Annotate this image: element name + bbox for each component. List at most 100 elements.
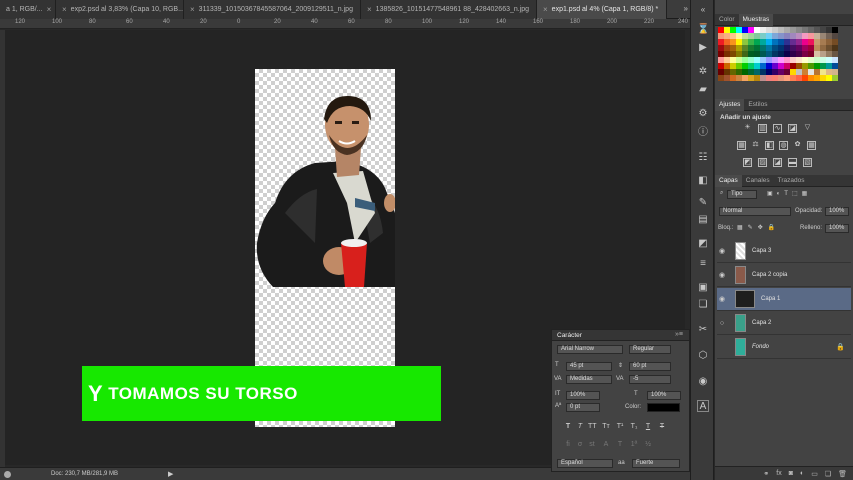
- faux-bold-icon[interactable]: T: [564, 422, 572, 431]
- levels-icon[interactable]: ▥: [758, 124, 767, 133]
- vertical-scale-field[interactable]: 100%: [566, 391, 600, 400]
- titling-icon[interactable]: T: [616, 440, 624, 449]
- old-style-icon[interactable]: σ: [576, 440, 584, 449]
- font-style-select[interactable]: Regular: [629, 345, 671, 354]
- tab-channels[interactable]: Canales: [742, 175, 774, 187]
- document-tab[interactable]: × exp2.psd al 3,83% (Capa 10, RGB...: [56, 0, 184, 19]
- gradient-map-icon[interactable]: ▬: [788, 158, 797, 167]
- fraction-icon[interactable]: ½: [644, 440, 652, 449]
- small-caps-icon[interactable]: Tт: [602, 422, 610, 431]
- blend-mode-select[interactable]: Normal: [719, 207, 791, 216]
- paths-icon[interactable]: ✎: [697, 197, 709, 209]
- adjustments-icon[interactable]: ⚙: [697, 108, 709, 120]
- character-icon[interactable]: A: [697, 400, 709, 412]
- superscript-icon[interactable]: T¹: [616, 422, 624, 431]
- layer-row-selected[interactable]: ◉ Capa 1: [717, 288, 851, 311]
- curves-icon[interactable]: ∿: [773, 124, 782, 133]
- close-icon[interactable]: ×: [367, 5, 372, 14]
- tab-swatches[interactable]: Muestras: [738, 14, 774, 26]
- channels-icon[interactable]: ≡: [697, 258, 709, 270]
- lock-options-icons[interactable]: ▦✎✥🔒: [737, 224, 780, 231]
- eye-icon[interactable]: ◉: [717, 295, 727, 303]
- document-tab[interactable]: × 1385826_10151477548961 88_428402663_n.j…: [361, 0, 537, 19]
- 3d-icon[interactable]: ⬡: [697, 350, 709, 362]
- antialias-select[interactable]: Fuerte: [632, 459, 680, 468]
- color-lookup-icon[interactable]: ▦: [807, 141, 816, 150]
- adjustment-layer-icon[interactable]: ◐: [800, 470, 804, 477]
- play-action-icon[interactable]: ▶: [697, 42, 709, 54]
- status-menu-icon[interactable]: ▶: [168, 470, 173, 478]
- baseline-shift-field[interactable]: 0 pt: [566, 403, 600, 412]
- stylistic-icon[interactable]: A: [602, 440, 610, 449]
- tab-paths[interactable]: Trazados: [774, 175, 809, 187]
- styles-icon[interactable]: ▣: [697, 282, 709, 294]
- clone-source-icon[interactable]: ▰: [697, 84, 709, 96]
- tools-icon[interactable]: ✂: [697, 324, 709, 336]
- threshold-icon[interactable]: ◪: [773, 158, 782, 167]
- font-family-select[interactable]: Arial Narrow: [557, 345, 623, 354]
- tab-adjustments[interactable]: Ajustes: [715, 99, 745, 111]
- language-select[interactable]: Español: [557, 459, 613, 468]
- layer-kind-filter[interactable]: Tipo: [727, 190, 757, 199]
- eye-icon[interactable]: ○: [717, 320, 727, 327]
- eye-icon[interactable]: ◉: [717, 247, 727, 255]
- tracking-select[interactable]: -5: [629, 375, 671, 384]
- hue-saturation-icon[interactable]: ▦: [737, 141, 746, 150]
- close-icon[interactable]: ×: [47, 5, 52, 14]
- strikethrough-icon[interactable]: T: [658, 422, 666, 431]
- document-tab-active[interactable]: × exp1.psd al 4% (Capa 1, RGB/8) *: [537, 0, 667, 19]
- collapse-icon[interactable]: «: [697, 4, 709, 16]
- eye-icon[interactable]: ◉: [717, 271, 727, 279]
- swash-icon[interactable]: st: [588, 440, 596, 449]
- invert-icon[interactable]: ◩: [743, 158, 752, 167]
- text-color-swatch[interactable]: [647, 403, 680, 412]
- exposure-icon[interactable]: ◪: [788, 124, 797, 133]
- link-icon[interactable]: ⚭: [763, 470, 769, 478]
- fill-field[interactable]: 100%: [825, 224, 849, 233]
- font-size-field[interactable]: 45 pt: [566, 362, 612, 371]
- layer-row[interactable]: ◉ Capa 2 copia: [717, 264, 851, 287]
- close-icon[interactable]: ×: [190, 5, 195, 14]
- kerning-select[interactable]: Medidas: [566, 375, 612, 384]
- close-icon[interactable]: ×: [62, 5, 67, 14]
- timeline-icon[interactable]: ◩: [697, 238, 709, 250]
- layer-row[interactable]: ◉ Capa 3: [717, 240, 851, 263]
- faux-italic-icon[interactable]: T: [576, 422, 584, 431]
- color-swatch[interactable]: [832, 75, 838, 81]
- measurement-icon[interactable]: ◉: [697, 376, 709, 388]
- info-icon[interactable]: ⓘ: [697, 127, 709, 139]
- leading-field[interactable]: 60 pt: [629, 362, 671, 371]
- layer-row[interactable]: ○ Capa 2: [717, 312, 851, 335]
- brightness-icon[interactable]: ☀: [743, 124, 752, 133]
- document-tab[interactable]: × 311339_10150367845587064_2009129511_n.j…: [184, 0, 361, 19]
- close-icon[interactable]: ×: [543, 5, 548, 14]
- subscript-icon[interactable]: T₁: [630, 422, 638, 431]
- selective-color-icon[interactable]: ▧: [803, 158, 812, 167]
- tab-layers[interactable]: Capas: [715, 175, 742, 187]
- opacity-field[interactable]: 100%: [825, 207, 849, 216]
- horizontal-scale-field[interactable]: 100%: [647, 391, 681, 400]
- filter-icons[interactable]: ▣◐T⬚▦: [767, 190, 811, 197]
- swatch-icon[interactable]: ◧: [697, 175, 709, 187]
- panel-menu-icon[interactable]: »≡: [675, 331, 683, 338]
- new-layer-icon[interactable]: ❏: [825, 470, 831, 478]
- mask-icon[interactable]: ◙: [789, 470, 793, 477]
- tab-styles[interactable]: Estilos: [744, 99, 771, 111]
- document-tab[interactable]: a 1, RGB/... ×: [0, 0, 56, 19]
- swatches-grid[interactable]: [718, 27, 842, 85]
- layer-comps-icon[interactable]: ❏: [697, 299, 709, 311]
- tab-color[interactable]: Color: [715, 14, 739, 26]
- history-icon[interactable]: ⌛: [697, 24, 709, 36]
- black-white-icon[interactable]: ◧: [765, 141, 774, 150]
- vibrance-icon[interactable]: ▽: [803, 124, 812, 133]
- underline-icon[interactable]: T: [644, 422, 652, 431]
- tabs-overflow-icon[interactable]: »: [684, 4, 688, 13]
- layer-row[interactable]: Fondo 🔒: [717, 336, 851, 359]
- notes-icon[interactable]: ▤: [697, 214, 709, 226]
- fx-icon[interactable]: fx: [776, 470, 781, 477]
- posterize-icon[interactable]: ▨: [758, 158, 767, 167]
- all-caps-icon[interactable]: TT: [588, 422, 597, 431]
- ordinal-icon[interactable]: 1ª: [630, 440, 638, 449]
- group-icon[interactable]: ▭: [811, 470, 818, 478]
- brush-settings-icon[interactable]: ✲: [697, 66, 709, 78]
